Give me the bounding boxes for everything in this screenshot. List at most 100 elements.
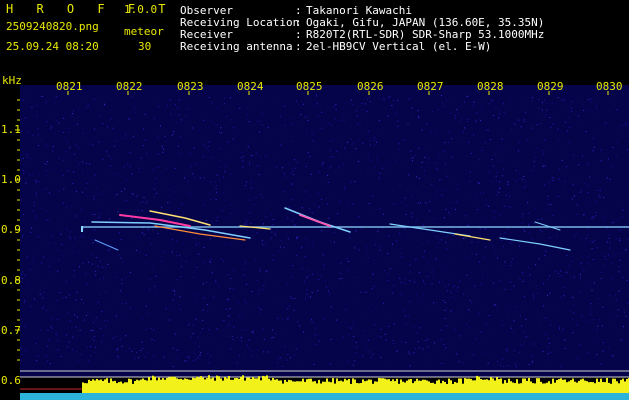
- noise-dot: [378, 120, 380, 122]
- noise-dot: [502, 168, 504, 170]
- noise-dot: [365, 103, 366, 105]
- noise-dot: [246, 118, 248, 120]
- noise-dot: [345, 308, 346, 310]
- noise-dot: [182, 213, 184, 215]
- app-version: 1.0.0: [124, 3, 158, 16]
- noise-dot: [206, 281, 208, 283]
- level-bar: [240, 376, 242, 393]
- noise-dot: [226, 325, 228, 327]
- level-bar: [96, 378, 98, 393]
- noise-dot: [491, 99, 493, 101]
- noise-dot: [522, 272, 524, 273]
- noise-dot: [566, 153, 568, 155]
- noise-dot: [481, 109, 483, 111]
- noise-dot: [342, 116, 344, 118]
- level-bar: [416, 378, 418, 393]
- noise-dot: [396, 203, 398, 204]
- noise-dot: [548, 204, 550, 205]
- noise-dot: [187, 192, 189, 194]
- noise-dot: [623, 311, 625, 313]
- noise-dot: [443, 300, 445, 301]
- noise-dot: [475, 253, 477, 255]
- noise-dot: [165, 182, 167, 184]
- noise-dot: [427, 338, 429, 340]
- noise-dot: [30, 269, 31, 270]
- noise-dot: [75, 160, 77, 162]
- noise-dot: [370, 356, 372, 358]
- noise-dot: [472, 100, 474, 102]
- noise-dot: [583, 98, 585, 100]
- noise-dot: [495, 252, 497, 254]
- noise-dot: [274, 298, 276, 300]
- noise-dot: [347, 261, 349, 262]
- noise-dot: [171, 289, 173, 291]
- noise-dot: [118, 172, 119, 174]
- noise-dot: [112, 338, 113, 340]
- noise-dot: [292, 171, 294, 172]
- noise-dot: [538, 107, 540, 109]
- level-bar: [316, 383, 318, 393]
- noise-dot: [246, 221, 248, 222]
- noise-dot: [352, 324, 354, 326]
- level-bar: [368, 379, 370, 393]
- noise-dot: [188, 323, 190, 325]
- noise-dot: [359, 125, 361, 127]
- noise-dot: [524, 111, 526, 113]
- noise-dot: [191, 191, 193, 193]
- noise-dot: [451, 138, 453, 140]
- noise-dot: [590, 101, 592, 103]
- noise-dot: [178, 108, 180, 110]
- noise-dot: [230, 97, 231, 99]
- noise-dot: [439, 179, 441, 181]
- noise-dot: [124, 188, 126, 190]
- noise-dot: [339, 272, 341, 274]
- noise-dot: [452, 296, 454, 298]
- noise-dot: [77, 360, 79, 362]
- noise-dot: [179, 99, 180, 101]
- noise-dot: [78, 251, 80, 253]
- level-bar: [552, 378, 554, 393]
- noise-dot: [383, 269, 385, 271]
- noise-dot: [26, 224, 28, 226]
- noise-dot: [182, 203, 183, 205]
- noise-dot: [82, 171, 84, 172]
- level-bar: [366, 380, 368, 393]
- level-bar: [600, 378, 602, 393]
- noise-dot: [361, 228, 363, 229]
- noise-dot: [287, 217, 289, 219]
- noise-dot: [29, 174, 31, 176]
- noise-dot: [444, 163, 446, 164]
- noise-dot: [373, 259, 375, 261]
- noise-dot: [59, 292, 61, 293]
- noise-dot: [286, 233, 288, 235]
- noise-dot: [397, 99, 399, 101]
- noise-dot: [89, 163, 91, 165]
- noise-dot: [444, 105, 446, 107]
- noise-dot: [199, 359, 201, 360]
- level-bar: [306, 379, 308, 393]
- level-bar: [462, 383, 464, 393]
- noise-dot: [559, 328, 560, 330]
- noise-dot: [450, 112, 451, 114]
- noise-dot: [286, 359, 288, 361]
- noise-dot: [626, 122, 628, 124]
- noise-dot: [455, 329, 457, 331]
- noise-dot: [274, 234, 276, 236]
- noise-dot: [136, 352, 137, 354]
- noise-dot: [590, 98, 592, 100]
- noise-dot: [323, 264, 325, 266]
- noise-dot: [533, 204, 535, 206]
- noise-dot: [292, 220, 294, 222]
- noise-dot: [620, 252, 622, 254]
- noise-dot: [398, 143, 400, 145]
- noise-dot: [140, 350, 142, 351]
- noise-dot: [274, 130, 276, 132]
- noise-dot: [449, 262, 451, 263]
- noise-dot: [371, 303, 373, 305]
- noise-dot: [525, 181, 527, 183]
- noise-dot: [434, 342, 435, 344]
- noise-dot: [312, 322, 314, 324]
- noise-dot: [557, 128, 559, 130]
- noise-dot: [570, 107, 572, 109]
- noise-dot: [49, 243, 51, 244]
